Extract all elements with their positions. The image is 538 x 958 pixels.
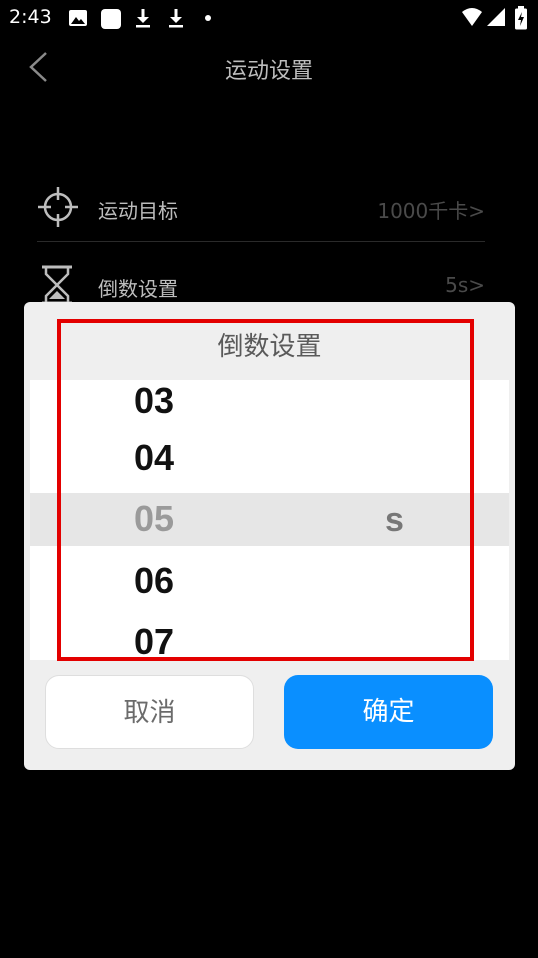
cancel-button[interactable]: 取消	[45, 675, 254, 749]
dot-icon	[205, 15, 211, 21]
hourglass-icon	[42, 265, 72, 305]
settings-row-goal[interactable]: 运动目标 1000千卡>	[37, 172, 485, 242]
download-icon	[136, 9, 150, 28]
gallery-icon	[69, 10, 87, 26]
battery-icon	[515, 6, 527, 30]
confirm-button[interactable]: 确定	[284, 675, 493, 749]
status-bar: 2:43	[0, 0, 538, 36]
square-icon	[101, 9, 121, 29]
countdown-label: 倒数设置	[98, 277, 178, 301]
goal-value: 1000千卡>	[377, 199, 485, 223]
download-icon	[169, 9, 183, 28]
wifi-icon	[462, 8, 482, 26]
status-time: 2:43	[9, 6, 52, 28]
signal-icon	[487, 8, 505, 26]
target-icon	[38, 187, 78, 227]
countdown-value: 5s>	[445, 273, 485, 297]
goal-label: 运动目标	[98, 199, 178, 223]
screen: 2:43 运动设置 运动目标 1000千卡> 倒数设置 5s> 倒数设置 03 …	[0, 0, 538, 958]
page-title: 运动设置	[224, 59, 313, 84]
highlight-box	[57, 319, 474, 661]
